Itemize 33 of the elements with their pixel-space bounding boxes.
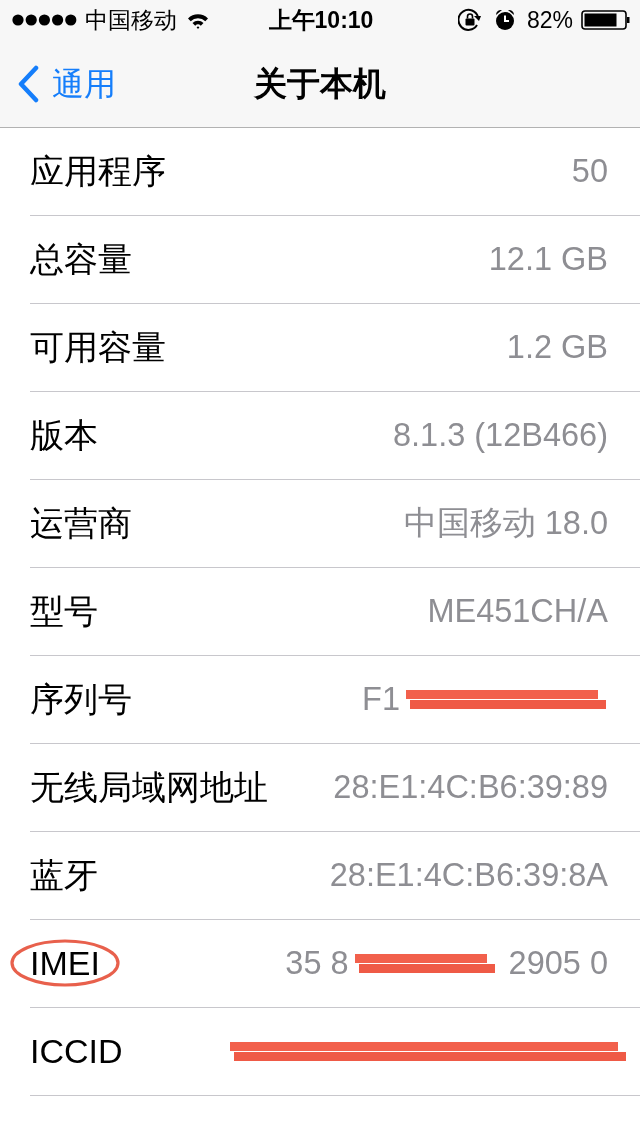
row-label: 型号	[30, 591, 98, 632]
row-label: 运营商	[30, 503, 132, 544]
row-value: 12.1 GB	[488, 240, 608, 280]
row-label: 可用容量	[30, 327, 166, 368]
battery-icon	[581, 10, 630, 30]
row-value: 1.2 GB	[506, 328, 608, 368]
row-label: 蓝牙	[30, 855, 98, 896]
page-title: 关于本机	[254, 63, 386, 104]
row-label: 序列号	[30, 679, 132, 720]
carrier-name: 中国移动	[85, 5, 177, 35]
row-value: 8.1.3 (12B466)	[393, 416, 608, 456]
row-value: F1	[362, 680, 400, 720]
wifi-icon	[187, 11, 209, 29]
signal-dots-icon	[12, 14, 77, 26]
row-label: 应用程序	[30, 151, 166, 192]
alarm-clock-icon	[493, 9, 516, 31]
rotation-lock-icon	[457, 8, 482, 32]
row-label: ICCID	[30, 1031, 123, 1072]
row-label: 版本	[30, 415, 98, 456]
clock-time: 上午10:10	[268, 5, 374, 35]
battery-percent: 82%	[526, 5, 573, 35]
row-value: ME451CH/A	[427, 592, 608, 632]
row-label: 无线局域网地址	[30, 767, 268, 808]
chevron-left-icon	[16, 64, 40, 103]
row-value: 35 8	[285, 944, 349, 984]
row-label: IMEI	[30, 944, 100, 983]
row-value: 28:E1:4C:B6:39:8A	[329, 856, 608, 896]
back-button[interactable]: 通用	[0, 64, 116, 103]
row-value: 28:E1:4C:B6:39:89	[333, 768, 608, 808]
row-value: 中国移动 18.0	[403, 504, 608, 544]
row-label: 总容量	[30, 239, 132, 280]
row-value: 2905 0	[508, 944, 608, 984]
row-value: 50	[571, 152, 608, 192]
